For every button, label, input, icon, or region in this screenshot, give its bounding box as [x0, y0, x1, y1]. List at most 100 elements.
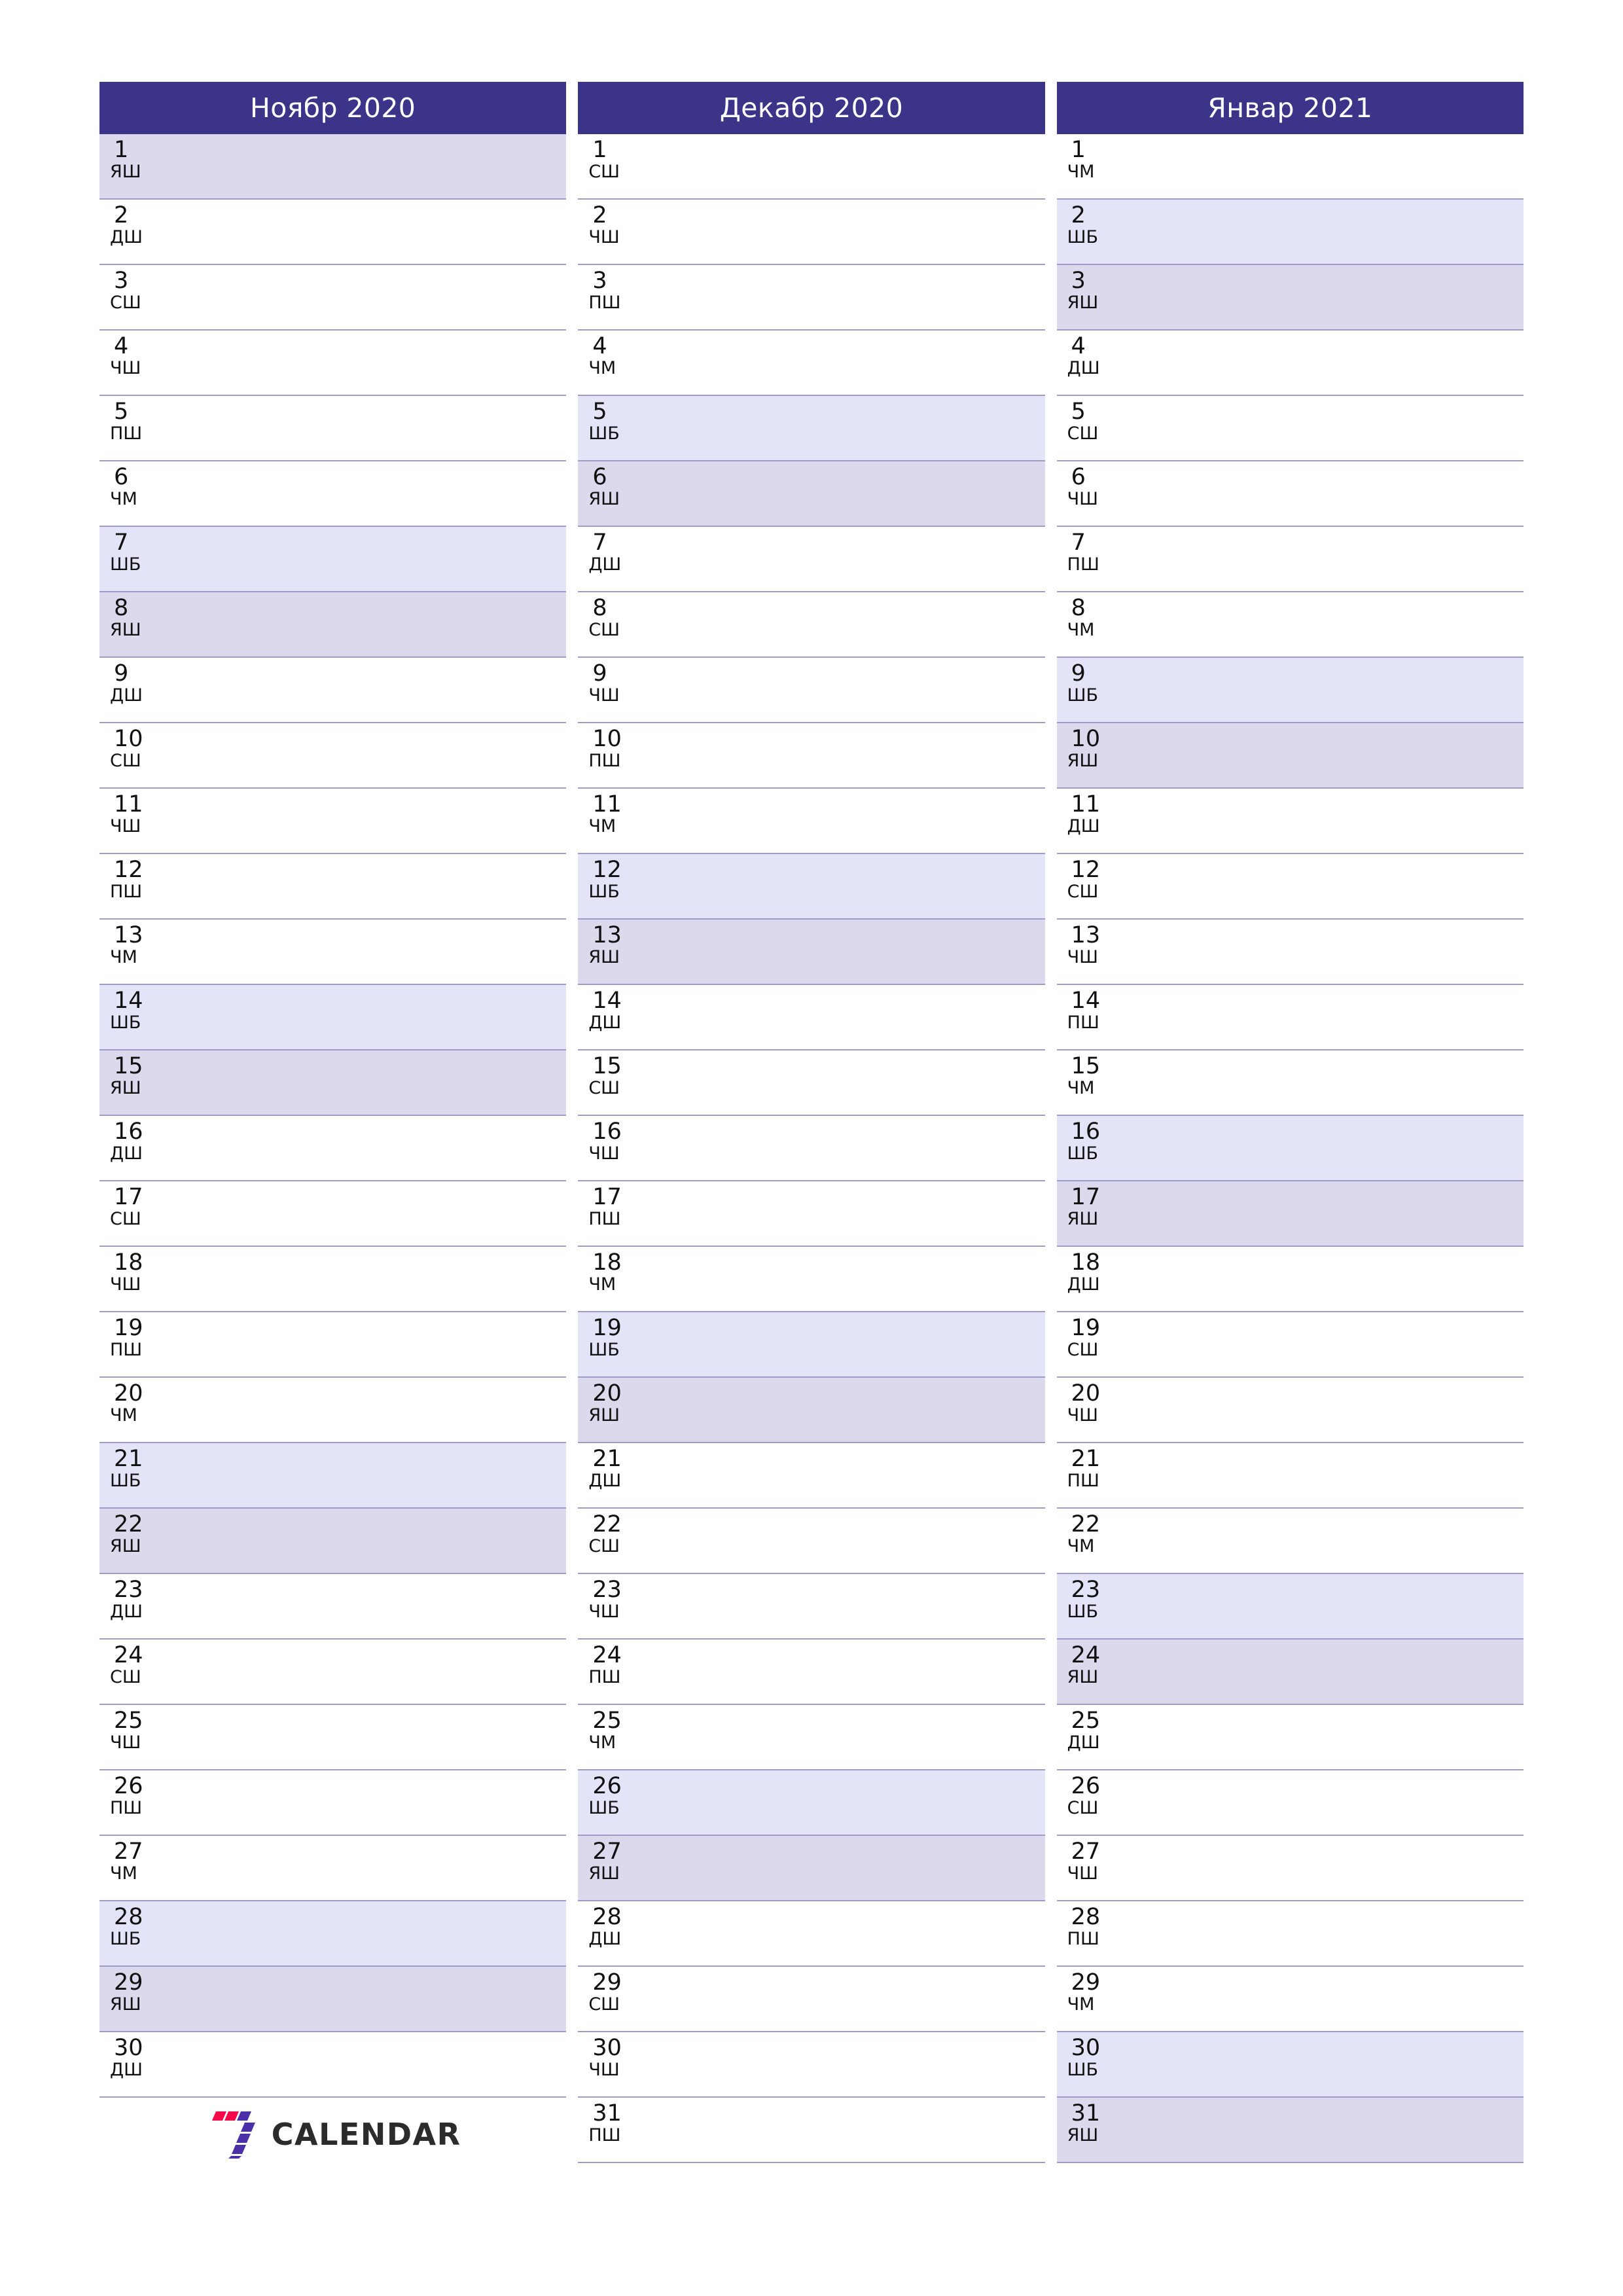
day-row[interactable]: 29 ЧМ	[1056, 1967, 1524, 2032]
day-row[interactable]: 1 ЧМ	[1056, 134, 1524, 200]
day-row[interactable]: 24 ЯШ	[1056, 1640, 1524, 1705]
day-row[interactable]: 5 СШ	[1056, 396, 1524, 461]
day-row[interactable]: 17 ПШ	[578, 1181, 1045, 1247]
day-row[interactable]: 25 ДШ	[1056, 1705, 1524, 1770]
day-row[interactable]: 13 ЯШ	[578, 920, 1045, 985]
day-row[interactable]: 19 ПШ	[99, 1312, 567, 1378]
day-row[interactable]: 7 ДШ	[578, 527, 1045, 592]
day-row[interactable]: 25 ЧМ	[578, 1705, 1045, 1770]
day-row[interactable]: 15 СШ	[578, 1050, 1045, 1116]
day-row[interactable]: 7 ШБ	[99, 527, 567, 592]
day-row[interactable]: 31 ПШ	[578, 2098, 1045, 2163]
day-row[interactable]: 8 ЯШ	[99, 592, 567, 658]
day-row[interactable]: 27 ЧШ	[1056, 1836, 1524, 1901]
day-row[interactable]: 22 СШ	[578, 1509, 1045, 1574]
day-row[interactable]: 30 ДШ	[99, 2032, 567, 2098]
day-row[interactable]: 19 СШ	[1056, 1312, 1524, 1378]
day-row[interactable]: 27 ЧМ	[99, 1836, 567, 1901]
weekday-abbrev: ЯШ	[110, 619, 141, 640]
weekday-abbrev: ДШ	[1067, 1274, 1100, 1295]
day-row[interactable]: 11 ЧМ	[578, 789, 1045, 854]
day-row[interactable]: 27 ЯШ	[578, 1836, 1045, 1901]
day-row[interactable]: 20 ЧМ	[99, 1378, 567, 1443]
day-row[interactable]: 12 ШБ	[578, 854, 1045, 920]
day-row[interactable]: 21 ПШ	[1056, 1443, 1524, 1509]
day-row[interactable]: 23 ЧШ	[578, 1574, 1045, 1640]
day-row[interactable]: 5 ПШ	[99, 396, 567, 461]
day-row[interactable]: 22 ЧМ	[1056, 1509, 1524, 1574]
day-row[interactable]: 1 ЯШ	[99, 134, 567, 200]
day-row[interactable]: 28 ДШ	[578, 1901, 1045, 1967]
day-row[interactable]: 30 ШБ	[1056, 2032, 1524, 2098]
day-row[interactable]: 31 ЯШ	[1056, 2098, 1524, 2163]
day-row[interactable]: 2 ШБ	[1056, 200, 1524, 265]
day-row[interactable]: 26 ПШ	[99, 1770, 567, 1836]
day-row[interactable]: 30 ЧШ	[578, 2032, 1045, 2098]
day-row[interactable]: 15 ЯШ	[99, 1050, 567, 1116]
day-row[interactable]: 21 ДШ	[578, 1443, 1045, 1509]
day-row[interactable]: 3 ПШ	[578, 265, 1045, 331]
day-row[interactable]: 3 СШ	[99, 265, 567, 331]
day-row[interactable]: 28 ШБ	[99, 1901, 567, 1967]
day-row[interactable]: 9 ЧШ	[578, 658, 1045, 723]
day-row[interactable]: 10 ЯШ	[1056, 723, 1524, 789]
day-row[interactable]: 23 ШБ	[1056, 1574, 1524, 1640]
day-row[interactable]: 9 ШБ	[1056, 658, 1524, 723]
day-number: 24	[592, 1642, 622, 1668]
day-row[interactable]: 2 ЧШ	[578, 200, 1045, 265]
day-row[interactable]: 20 ЧШ	[1056, 1378, 1524, 1443]
day-row[interactable]: 16 ДШ	[99, 1116, 567, 1181]
day-row[interactable]: 17 СШ	[99, 1181, 567, 1247]
day-row[interactable]: 18 ЧМ	[578, 1247, 1045, 1312]
day-row[interactable]: 14 ПШ	[1056, 985, 1524, 1050]
day-row[interactable]: 2 ДШ	[99, 200, 567, 265]
day-row[interactable]: 20 ЯШ	[578, 1378, 1045, 1443]
day-row[interactable]: 6 ЧМ	[99, 461, 567, 527]
day-row[interactable]: 13 ЧМ	[99, 920, 567, 985]
day-row[interactable]: 16 ЧШ	[578, 1116, 1045, 1181]
day-row[interactable]: 17 ЯШ	[1056, 1181, 1524, 1247]
day-row[interactable]: 8 ЧМ	[1056, 592, 1524, 658]
day-row[interactable]: 29 СШ	[578, 1967, 1045, 2032]
day-row[interactable]: 11 ЧШ	[99, 789, 567, 854]
day-row[interactable]: 8 СШ	[578, 592, 1045, 658]
day-row[interactable]: 28 ПШ	[1056, 1901, 1524, 1967]
day-row[interactable]: 22 ЯШ	[99, 1509, 567, 1574]
day-row[interactable]: 1 СШ	[578, 134, 1045, 200]
day-number: 22	[114, 1511, 143, 1537]
weekday-abbrev: ЯШ	[1067, 1666, 1099, 1687]
day-row[interactable]: 4 ДШ	[1056, 331, 1524, 396]
day-row[interactable]: 7 ПШ	[1056, 527, 1524, 592]
day-row[interactable]: 14 ДШ	[578, 985, 1045, 1050]
day-row[interactable]: 12 СШ	[1056, 854, 1524, 920]
day-row[interactable]: 14 ШБ	[99, 985, 567, 1050]
weekday-abbrev: ЧМ	[1067, 1535, 1095, 1556]
day-row[interactable]: 10 СШ	[99, 723, 567, 789]
day-row[interactable]: 4 ЧШ	[99, 331, 567, 396]
day-row[interactable]: 6 ЧШ	[1056, 461, 1524, 527]
day-number: 23	[1071, 1577, 1101, 1603]
day-row[interactable]: 26 ШБ	[578, 1770, 1045, 1836]
day-row[interactable]: 18 ЧШ	[99, 1247, 567, 1312]
day-row[interactable]: 10 ПШ	[578, 723, 1045, 789]
day-row[interactable]: 11 ДШ	[1056, 789, 1524, 854]
day-row[interactable]: 26 СШ	[1056, 1770, 1524, 1836]
day-row[interactable]: 13 ЧШ	[1056, 920, 1524, 985]
day-row[interactable]: 29 ЯШ	[99, 1967, 567, 2032]
day-row[interactable]: 4 ЧМ	[578, 331, 1045, 396]
day-row[interactable]: 6 ЯШ	[578, 461, 1045, 527]
day-row[interactable]: 24 СШ	[99, 1640, 567, 1705]
planner-page: Ноябр 2020 1 ЯШ 2 ДШ 3 СШ 4 ЧШ 5 ПШ 6 ЧМ 7 ШБ 8 ЯШ 9 ДШ 10 С…	[0, 0, 1623, 2296]
day-row[interactable]: 25 ЧШ	[99, 1705, 567, 1770]
day-row[interactable]: 5 ШБ	[578, 396, 1045, 461]
day-row[interactable]: 18 ДШ	[1056, 1247, 1524, 1312]
day-row[interactable]: 9 ДШ	[99, 658, 567, 723]
day-row[interactable]: 23 ДШ	[99, 1574, 567, 1640]
day-row[interactable]: 3 ЯШ	[1056, 265, 1524, 331]
day-row[interactable]: 16 ШБ	[1056, 1116, 1524, 1181]
day-row[interactable]: 24 ПШ	[578, 1640, 1045, 1705]
day-row[interactable]: 12 ПШ	[99, 854, 567, 920]
day-row[interactable]: 19 ШБ	[578, 1312, 1045, 1378]
day-row[interactable]: 15 ЧМ	[1056, 1050, 1524, 1116]
day-row[interactable]: 21 ШБ	[99, 1443, 567, 1509]
